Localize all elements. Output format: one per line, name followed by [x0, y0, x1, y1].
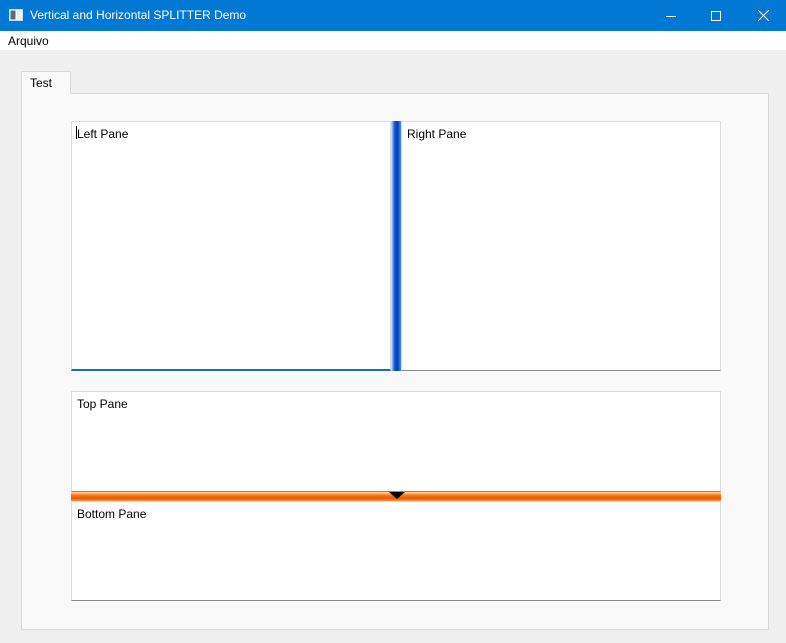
bottom-pane-label: Bottom Pane: [77, 507, 147, 521]
menu-bar: Arquivo: [0, 31, 786, 50]
maximize-button[interactable]: [693, 0, 739, 31]
left-pane[interactable]: Left Pane: [71, 121, 391, 371]
top-pane[interactable]: Top Pane: [71, 391, 721, 492]
right-pane[interactable]: Right Pane: [401, 121, 721, 371]
menu-item-arquivo[interactable]: Arquivo: [8, 34, 49, 48]
right-pane-label: Right Pane: [407, 127, 467, 141]
tab-test[interactable]: Test: [21, 71, 71, 94]
maximize-icon: [711, 10, 721, 21]
minimize-icon: [666, 15, 676, 17]
top-pane-label: Top Pane: [77, 397, 128, 411]
close-icon: [757, 10, 769, 21]
window-title: Vertical and Horizontal SPLITTER Demo: [30, 8, 247, 22]
close-button[interactable]: [740, 0, 786, 31]
minimize-button[interactable]: [648, 0, 694, 31]
vertical-splitter[interactable]: [391, 121, 401, 371]
tab-label: Test: [30, 76, 53, 90]
title-bar[interactable]: Vertical and Horizontal SPLITTER Demo: [0, 0, 786, 31]
splitter-arrow-icon: [389, 492, 405, 499]
left-pane-label: Left Pane: [77, 127, 129, 141]
app-icon: [9, 9, 23, 21]
bottom-pane[interactable]: Bottom Pane: [71, 501, 721, 601]
